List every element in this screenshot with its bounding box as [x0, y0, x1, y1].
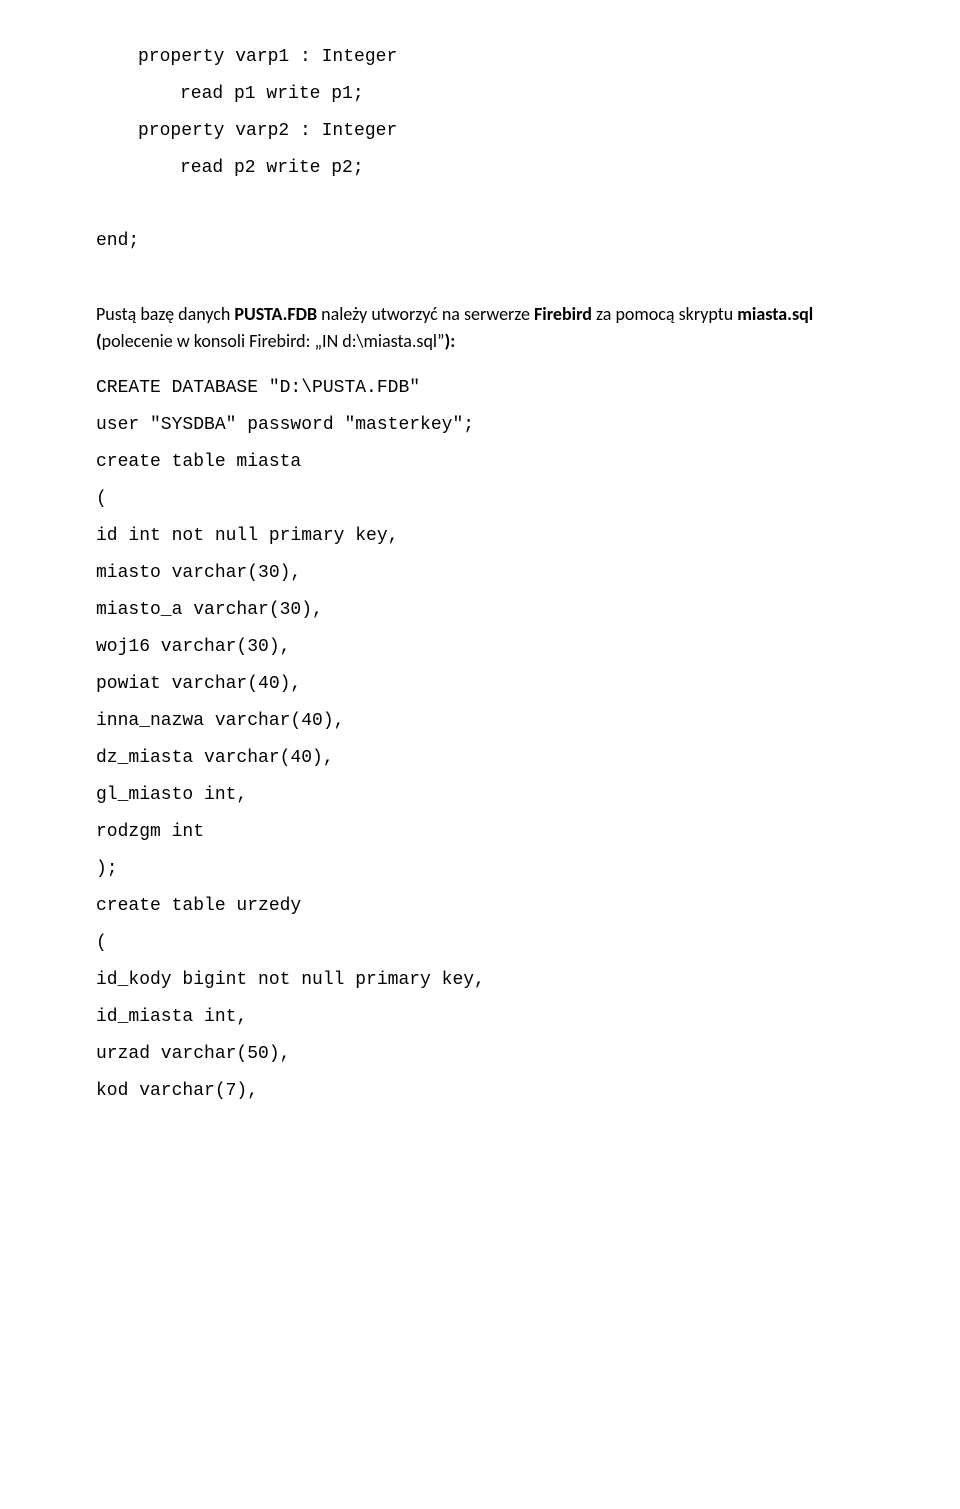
text: należy utworzyć na serwerze [317, 303, 534, 325]
sql-line: ( [96, 930, 864, 957]
sql-line: inna_nazwa varchar(40), [96, 708, 864, 735]
sql-line: ( [96, 486, 864, 513]
text-bold: PUSTA.FDB [234, 303, 317, 325]
sql-line: miasto_a varchar(30), [96, 597, 864, 624]
sql-line: id int not null primary key, [96, 523, 864, 550]
text: polecenie w konsoli Firebird: „IN d:\mia… [102, 330, 445, 352]
sql-line: CREATE DATABASE "D:\PUSTA.FDB" [96, 375, 864, 402]
document-page: property varp1 : Integer read p1 write p… [0, 0, 960, 1201]
text-bold: Firebird [534, 303, 592, 325]
sql-line: gl_miasto int, [96, 782, 864, 809]
code-line: read p1 write p1; [96, 81, 864, 108]
sql-line: rodzgm int [96, 819, 864, 846]
sql-line: create table urzedy [96, 893, 864, 920]
code-line: end; [96, 228, 864, 255]
sql-line: urzad varchar(50), [96, 1041, 864, 1068]
sql-line: id_kody bigint not null primary key, [96, 967, 864, 994]
code-line: property varp2 : Integer [96, 118, 864, 145]
text-bold: miasta.sql [737, 303, 813, 325]
sql-line: user "SYSDBA" password "masterkey"; [96, 412, 864, 439]
description-paragraph: Pustą bazę danych PUSTA.FDB należy utwor… [96, 301, 864, 355]
sql-line: dz_miasta varchar(40), [96, 745, 864, 772]
sql-line: powiat varchar(40), [96, 671, 864, 698]
text-bold-paren: ): [445, 330, 456, 352]
sql-line: kod varchar(7), [96, 1078, 864, 1105]
sql-line: miasto varchar(30), [96, 560, 864, 587]
code-line: property varp1 : Integer [96, 44, 864, 71]
sql-line: create table miasta [96, 449, 864, 476]
sql-line: id_miasta int, [96, 1004, 864, 1031]
sql-line: woj16 varchar(30), [96, 634, 864, 661]
text: Pustą bazę danych [96, 303, 234, 325]
code-line: read p2 write p2; [96, 155, 864, 182]
text: za pomocą skryptu [592, 303, 737, 325]
sql-line: ); [96, 856, 864, 883]
